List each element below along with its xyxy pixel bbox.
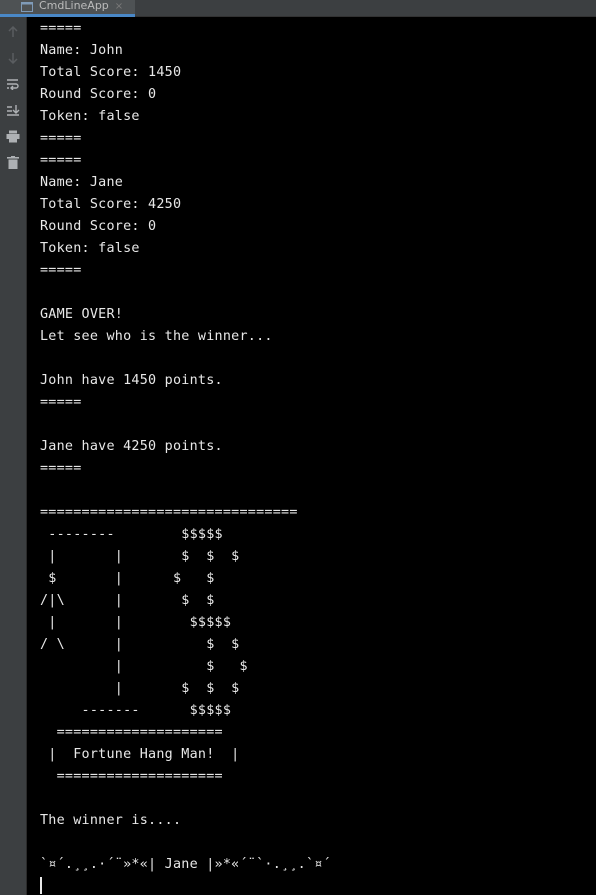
console-line: / \ | $ $ xyxy=(40,637,240,652)
console-line: $ | $ $ xyxy=(40,571,215,586)
down-arrow-icon[interactable] xyxy=(6,51,20,65)
console-line: | Fortune Hang Man! | xyxy=(40,747,240,762)
console-line: -------- $$$$$ xyxy=(40,527,223,542)
console-line: Jane have 4250 points. xyxy=(40,439,223,454)
console-line: ==================== xyxy=(40,725,223,740)
console-line: Total Score: 1450 xyxy=(40,65,182,80)
console-line: ===== xyxy=(40,461,82,476)
scroll-to-end-icon[interactable] xyxy=(6,103,20,117)
console-line: /|\ | $ $ xyxy=(40,593,215,608)
console-icon xyxy=(21,2,33,12)
console-line: Token: false xyxy=(40,241,140,256)
tab-label: CmdLineApp xyxy=(39,0,109,12)
console-line: Token: false xyxy=(40,109,140,124)
console-line: | $ $ $ xyxy=(40,681,240,696)
up-arrow-icon[interactable] xyxy=(6,25,20,39)
console-line: | | $ $ $ xyxy=(40,549,240,564)
console-line: Name: Jane xyxy=(40,175,124,190)
run-console-window: CmdLineApp × ===== Name: John Total Score:… xyxy=(0,0,596,895)
console-line: Round Score: 0 xyxy=(40,219,157,234)
console-line: Round Score: 0 xyxy=(40,87,157,102)
console-line: ==================== xyxy=(40,769,223,784)
text-caret xyxy=(40,877,42,894)
soft-wrap-icon[interactable] xyxy=(6,77,20,91)
console-line: GAME OVER! xyxy=(40,307,124,322)
console-line: ===== xyxy=(40,395,82,410)
console-line: ===== xyxy=(40,153,82,168)
console-line: =============================== xyxy=(40,505,298,520)
console-line: The winner is.... xyxy=(40,813,182,828)
console-line: | $ $ xyxy=(40,659,248,674)
close-icon[interactable]: × xyxy=(115,1,123,12)
print-icon[interactable] xyxy=(6,129,20,143)
console-line: ===== xyxy=(40,131,82,146)
console-line: Name: John xyxy=(40,43,124,58)
console-output[interactable]: ===== Name: John Total Score: 1450 Round Sc… xyxy=(40,18,590,895)
console-line: Let see who is the winner... xyxy=(40,329,273,344)
console-line: ===== xyxy=(40,21,82,36)
console-line: John have 1450 points. xyxy=(40,373,223,388)
console-line: Total Score: 4250 xyxy=(40,197,182,212)
trash-icon[interactable] xyxy=(6,155,20,169)
console-line: ------- $$$$$ xyxy=(40,703,232,718)
console-line: ===== xyxy=(40,263,82,278)
tab-cmdlineapp[interactable]: CmdLineApp × xyxy=(0,0,135,17)
console-line: | | $$$$$ xyxy=(40,615,232,630)
tab-bar: CmdLineApp × xyxy=(0,0,596,17)
console-toolbar xyxy=(0,17,27,895)
console-line: `¤´.¸¸.·´¨»*«| Jane |»*«´¨`·.¸¸.`¤´ xyxy=(40,857,331,872)
